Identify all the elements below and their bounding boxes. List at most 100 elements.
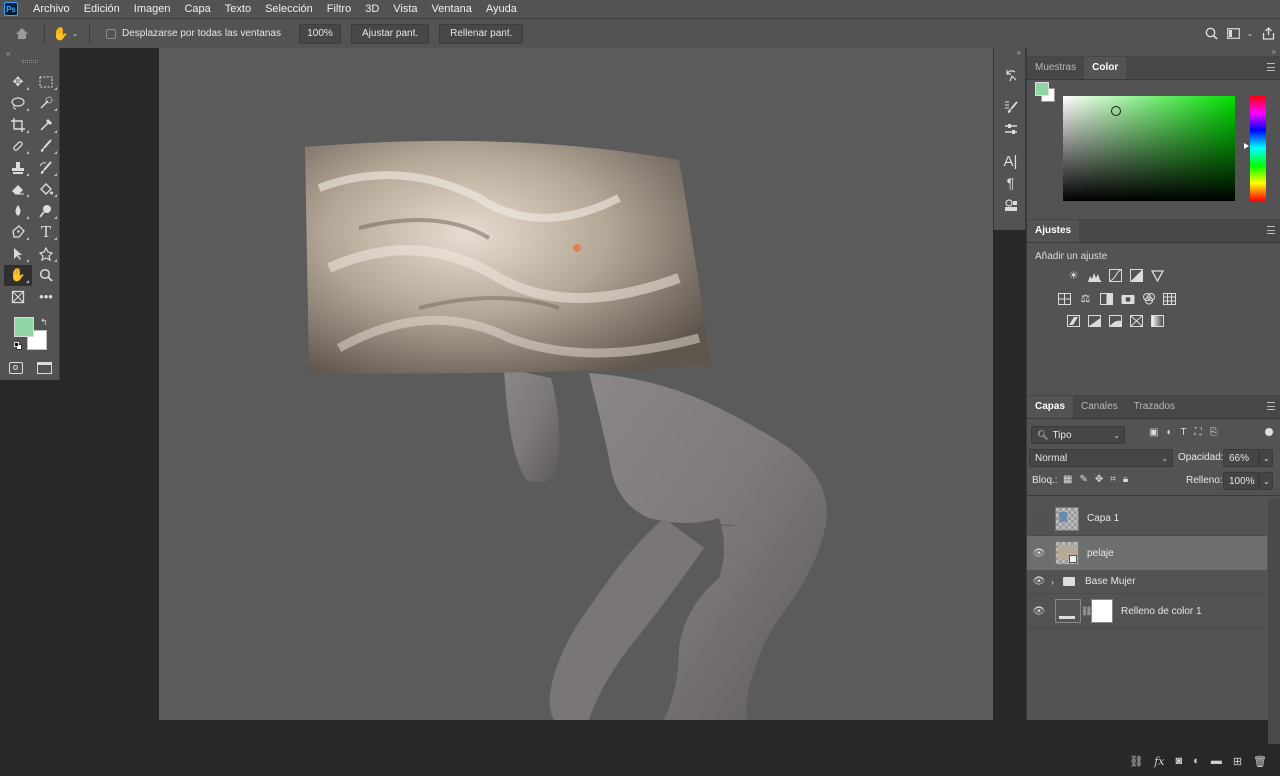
filter-shape-icon[interactable]: ⛶ (1195, 427, 1202, 438)
visibility-toggle-hidden[interactable] (1027, 513, 1051, 524)
healing-brush-tool-icon[interactable] (4, 136, 32, 158)
custom-shape-tool-icon[interactable] (32, 243, 60, 265)
tab-canales[interactable]: Canales (1073, 396, 1126, 418)
eye-icon[interactable]: 👁︎ (1027, 576, 1051, 587)
paint-bucket-tool-icon[interactable] (32, 179, 60, 201)
tab-ajustes[interactable]: Ajustes (1027, 220, 1080, 242)
brush-settings-panel-icon[interactable] (994, 96, 1027, 118)
tab-color[interactable]: Color (1084, 57, 1127, 79)
color-panel-foreground-swatch[interactable] (1035, 82, 1049, 96)
color-balance-icon[interactable]: ⚖ (1078, 291, 1093, 306)
dodge-tool-icon[interactable] (32, 200, 60, 222)
delete-layer-trash-icon[interactable]: 🗑︎ (1253, 755, 1267, 768)
quick-mask-icon[interactable] (9, 362, 23, 374)
new-layer-icon[interactable]: ⊞ (1233, 755, 1242, 768)
lock-all-icon[interactable]: 🔒︎ (1123, 474, 1128, 485)
exposure-icon[interactable] (1129, 268, 1144, 283)
menu-archivo[interactable]: Archivo (26, 0, 77, 18)
lock-image-pixels-icon[interactable]: ✎ (1079, 474, 1087, 485)
more-tools-icon[interactable]: ••• (32, 286, 60, 308)
color-picker-cursor[interactable] (1111, 106, 1121, 116)
group-expand-chevron-icon[interactable]: › (1051, 577, 1063, 587)
link-layers-icon[interactable]: ⛓ (1129, 755, 1143, 768)
eye-icon[interactable]: 👁︎ (1027, 548, 1051, 559)
gradient-map-icon[interactable] (1150, 313, 1165, 328)
menu-imagen[interactable]: Imagen (127, 0, 178, 18)
home-icon[interactable] (0, 20, 44, 48)
collapse-arrows-icon[interactable]: « (6, 49, 10, 58)
screen-mode-icon[interactable] (37, 362, 52, 374)
character-panel-icon[interactable]: A| (994, 150, 1027, 172)
paragraph-panel-icon[interactable]: ¶ (994, 172, 1027, 194)
frame-tool-icon[interactable] (4, 286, 32, 308)
lock-artboard-icon[interactable]: ⌗ (1110, 474, 1116, 485)
layer-row-relleno-de-color-1[interactable]: 👁︎ ⛓ Relleno de color 1 (1027, 594, 1267, 629)
layer-row-base-mujer[interactable]: 👁︎ › Base Mujer (1027, 570, 1267, 594)
fill-screen-button[interactable]: Rellenar pant. (439, 23, 524, 44)
layer-row-capa-1[interactable]: Capa 1 (1027, 502, 1267, 536)
opacity-slider-toggle[interactable]: ⌄ (1259, 449, 1273, 467)
zoom-100-button[interactable]: 100% (298, 23, 341, 44)
hand-tool-icon[interactable]: ✋ (4, 264, 32, 286)
menu-ventana[interactable]: Ventana (425, 0, 479, 18)
default-colors-icon[interactable] (14, 342, 22, 350)
hue-slider-handle[interactable] (1244, 143, 1249, 149)
chevron-down-icon[interactable]: ⌄ (69, 29, 81, 38)
hand-tool-preset-icon[interactable]: ✋ (53, 26, 69, 42)
vibrance-icon[interactable] (1150, 268, 1165, 283)
layers-scrollbar[interactable] (1268, 499, 1280, 744)
history-panel-icon[interactable] (994, 64, 1027, 86)
invert-icon[interactable] (1066, 313, 1081, 328)
color-lookup-icon[interactable] (1162, 291, 1177, 306)
chevron-down-icon[interactable]: ⌄ (1244, 29, 1256, 38)
collapse-arrows-icon[interactable]: » (1027, 48, 1280, 56)
curves-icon[interactable] (1108, 268, 1123, 283)
foreground-color-swatch[interactable] (14, 317, 34, 337)
tool-presets-panel-icon[interactable] (994, 118, 1027, 140)
scroll-all-windows-checkbox[interactable] (106, 28, 116, 39)
layer-name[interactable]: Capa 1 (1087, 513, 1119, 524)
menu-capa[interactable]: Capa (177, 0, 217, 18)
lock-transparent-pixels-icon[interactable]: ▦ (1063, 474, 1072, 485)
layer-row-pelaje[interactable]: 👁︎ pelaje (1027, 536, 1267, 570)
share-icon[interactable] (1256, 27, 1280, 40)
filter-type-icon[interactable]: T (1181, 427, 1187, 438)
brightness-contrast-icon[interactable]: ☀ (1066, 268, 1081, 283)
tab-capas[interactable]: Capas (1027, 396, 1074, 418)
collapse-arrows-icon[interactable]: » (994, 48, 1025, 58)
photoshop-logo-icon[interactable]: Ps (4, 2, 18, 16)
move-tool-icon[interactable]: ✥ (4, 71, 32, 93)
layer-name[interactable]: Relleno de color 1 (1121, 606, 1202, 617)
eraser-tool-icon[interactable] (4, 179, 32, 201)
posterize-icon[interactable] (1087, 313, 1102, 328)
pen-tool-icon[interactable] (4, 222, 32, 244)
eyedropper-tool-icon[interactable] (32, 114, 60, 136)
channel-mixer-icon[interactable] (1141, 291, 1156, 306)
menu-filtro[interactable]: Filtro (320, 0, 358, 18)
blend-mode-select[interactable]: Normal ⌄ (1029, 449, 1173, 467)
opacity-input[interactable]: 66% (1223, 449, 1259, 467)
new-adjustment-layer-icon[interactable]: ◐ (1193, 755, 1200, 767)
menu-seleccion[interactable]: Selección (258, 0, 320, 18)
document-canvas[interactable] (159, 48, 993, 720)
menu-3d[interactable]: 3D (358, 0, 386, 18)
brush-tool-icon[interactable] (32, 136, 60, 158)
fit-screen-button[interactable]: Ajustar pant. (350, 23, 430, 44)
layer-mask-thumbnail[interactable] (1091, 599, 1113, 623)
grip-icon[interactable] (22, 60, 38, 63)
clone-stamp-tool-icon[interactable] (4, 157, 32, 179)
add-mask-icon[interactable]: ◙ (1176, 755, 1183, 767)
type-tool-icon[interactable]: T (32, 222, 60, 244)
tab-trazados[interactable]: Trazados (1126, 396, 1183, 418)
photo-filter-icon[interactable] (1120, 291, 1135, 306)
marquee-tool-icon[interactable] (32, 71, 60, 93)
color-field[interactable] (1063, 96, 1235, 201)
filter-smart-object-icon[interactable]: ⎘ (1210, 427, 1218, 438)
glyphs-panel-icon[interactable] (994, 194, 1027, 216)
layer-style-fx-icon[interactable]: fx (1154, 755, 1164, 768)
filter-toggle-icon[interactable] (1265, 428, 1273, 436)
menu-vista[interactable]: Vista (386, 0, 424, 18)
panel-menu-icon[interactable] (1267, 63, 1275, 71)
workspace-icon[interactable] (1222, 28, 1244, 39)
selective-color-icon[interactable] (1129, 313, 1144, 328)
